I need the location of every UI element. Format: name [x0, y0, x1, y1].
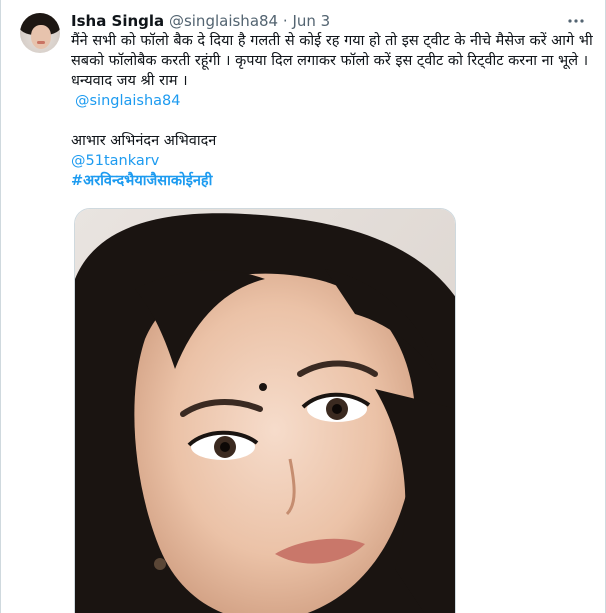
tweet-text-line: मैंने सभी को फॉलो बैक दे दिया है गलती से…	[71, 33, 593, 49]
avatar[interactable]	[20, 13, 60, 53]
thanks-line: आभार अभिनंदन अभिवादन	[71, 133, 217, 149]
avatar-face	[31, 25, 51, 49]
mention-51tankarv[interactable]: @51tankarv	[71, 153, 159, 169]
portrait-photo	[75, 209, 455, 613]
avatar-lips	[37, 41, 45, 44]
tweet-text-line: धन्यवाद जय श्री राम ।	[71, 73, 188, 89]
tweet-date[interactable]: Jun 3	[292, 12, 330, 30]
author-name[interactable]: Isha Singla	[71, 12, 164, 30]
tweet-card[interactable]: Isha Singla @singlaisha84 · Jun 3 मैंने …	[0, 0, 606, 613]
tweet-content: Isha Singla @singlaisha84 · Jun 3 मैंने …	[71, 11, 593, 191]
mention-link[interactable]: @singlaisha84	[71, 91, 591, 111]
tweet-text: मैंने सभी को फॉलो बैक दे दिया है गलती से…	[71, 31, 593, 191]
separator-dot: ·	[282, 12, 288, 30]
mention-link[interactable]: @51tankarv	[71, 151, 591, 171]
mention-singlaisha84[interactable]: @singlaisha84	[75, 93, 181, 109]
author-handle[interactable]: @singlaisha84	[169, 12, 278, 30]
tweet-header: Isha Singla @singlaisha84 · Jun 3	[71, 11, 591, 31]
hashtag[interactable]: #अरविन्दभैयाजैसाकोईनही	[71, 173, 212, 189]
hashtag-link[interactable]: #अरविन्दभैयाजैसाकोईनही	[71, 171, 591, 191]
more-horizontal-icon[interactable]	[566, 11, 586, 31]
tweet-text-line: सबको फॉलोबैक करती रहूंगी । कृपया दिल लगा…	[71, 53, 589, 69]
tweet-media-image[interactable]	[74, 208, 456, 613]
